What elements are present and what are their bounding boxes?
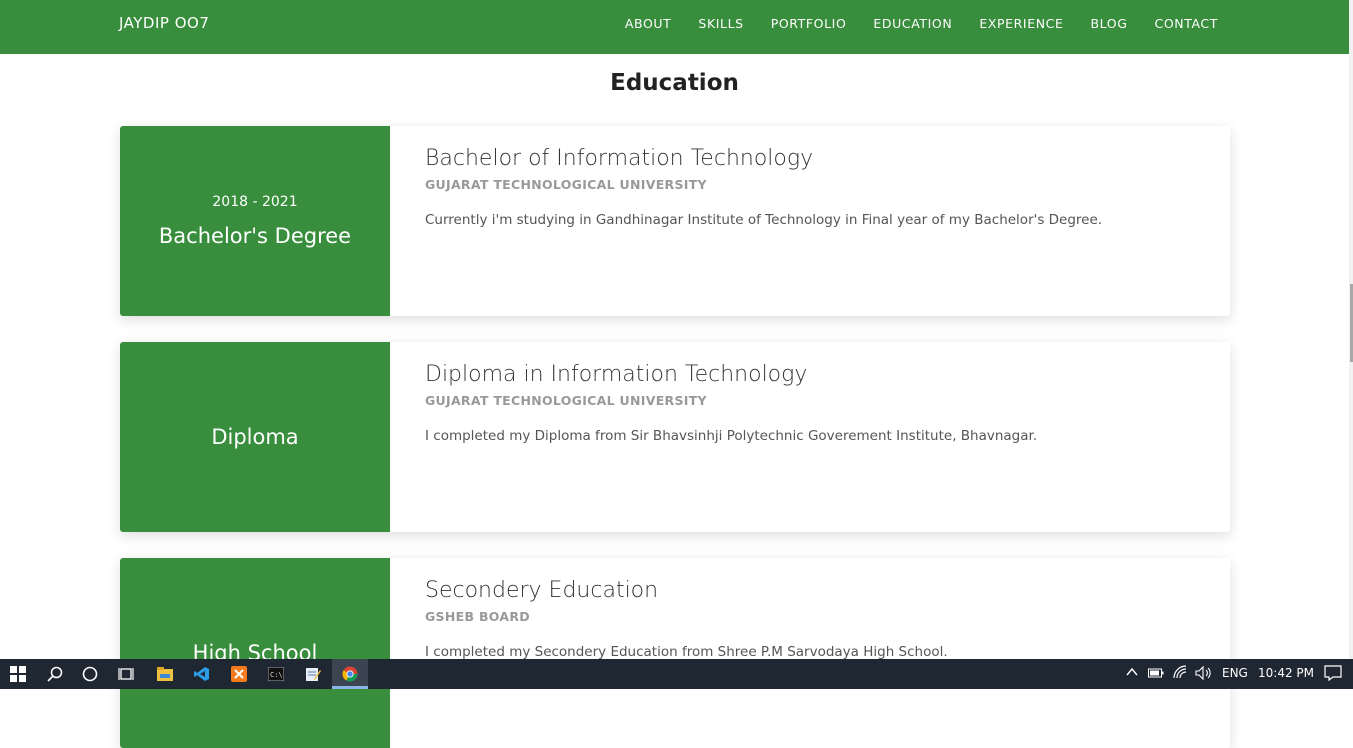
education-card-side: 2018 - 2021 Bachelor's Degree <box>120 126 390 316</box>
xampp-icon[interactable] <box>229 664 249 684</box>
nav-link-contact[interactable]: CONTACT <box>1155 16 1218 31</box>
volume-icon[interactable] <box>1195 665 1213 684</box>
svg-text:C:\: C:\ <box>270 671 283 679</box>
education-years: 2018 - 2021 <box>212 194 298 210</box>
nav-link-portfolio[interactable]: PORTFOLIO <box>771 16 847 31</box>
terminal-icon[interactable]: C:\ <box>266 664 286 684</box>
nav-link-blog[interactable]: BLOG <box>1090 16 1127 31</box>
education-card: 2018 - 2021 Bachelor's Degree Bachelor o… <box>120 126 1230 316</box>
chevron-up-icon[interactable] <box>1126 665 1138 682</box>
file-explorer-icon[interactable] <box>155 664 175 684</box>
nav-link-skills[interactable]: SKILLS <box>698 16 743 31</box>
cortana-icon[interactable] <box>80 664 100 684</box>
vscode-icon[interactable] <box>192 664 212 684</box>
nav-link-about[interactable]: ABOUT <box>625 16 672 31</box>
education-title: Secondery Education <box>425 578 659 603</box>
education-institution: GUJARAT TECHNOLOGICAL UNIVERSITY <box>425 393 707 408</box>
education-level: Bachelor's Degree <box>158 224 352 248</box>
battery-icon[interactable] <box>1148 667 1164 682</box>
education-institution: GSHEB BOARD <box>425 609 530 624</box>
navbar: JAYDIP OO7 ABOUT SKILLS PORTFOLIO EDUCAT… <box>0 0 1353 54</box>
wifi-icon[interactable] <box>1173 665 1189 684</box>
education-description: Currently i'm studying in Gandhinagar In… <box>425 212 1103 228</box>
education-title: Diploma in Information Technology <box>425 362 808 387</box>
language-indicator[interactable]: ENG <box>1222 666 1248 680</box>
education-card: High School Secondery Education GSHEB BO… <box>120 558 1230 748</box>
windows-taskbar: C:\ ENG 10:42 PM <box>0 659 1353 689</box>
notifications-icon[interactable] <box>1324 665 1342 684</box>
nav-link-education[interactable]: EDUCATION <box>873 16 952 31</box>
clock[interactable]: 10:42 PM <box>1258 666 1314 680</box>
chrome-icon[interactable] <box>340 664 360 684</box>
section-title: Education <box>610 70 739 96</box>
education-card-side: Diploma <box>120 342 390 532</box>
education-institution: GUJARAT TECHNOLOGICAL UNIVERSITY <box>425 177 707 192</box>
education-description: I completed my Diploma from Sir Bhavsinh… <box>425 428 1038 444</box>
task-view-icon[interactable] <box>116 664 136 684</box>
brand-logo[interactable]: JAYDIP OO7 <box>119 14 209 32</box>
education-card: Diploma Diploma in Information Technolog… <box>120 342 1230 532</box>
education-description: I completed my Secondery Education from … <box>425 644 948 660</box>
notepad-icon[interactable] <box>303 664 323 684</box>
education-card-body: Bachelor of Information Technology GUJAR… <box>425 146 1200 228</box>
nav-link-experience[interactable]: EXPERIENCE <box>979 16 1063 31</box>
windows-start-icon[interactable] <box>8 664 28 684</box>
search-icon[interactable] <box>45 664 65 684</box>
nav-links: ABOUT SKILLS PORTFOLIO EDUCATION EXPERIE… <box>625 16 1218 31</box>
education-card-body: Diploma in Information Technology GUJARA… <box>425 362 1200 444</box>
education-title: Bachelor of Information Technology <box>425 146 814 171</box>
education-card-side: High School <box>120 558 390 748</box>
education-level: Diploma <box>211 425 299 449</box>
education-card-body: Secondery Education GSHEB BOARD I comple… <box>425 578 1200 660</box>
